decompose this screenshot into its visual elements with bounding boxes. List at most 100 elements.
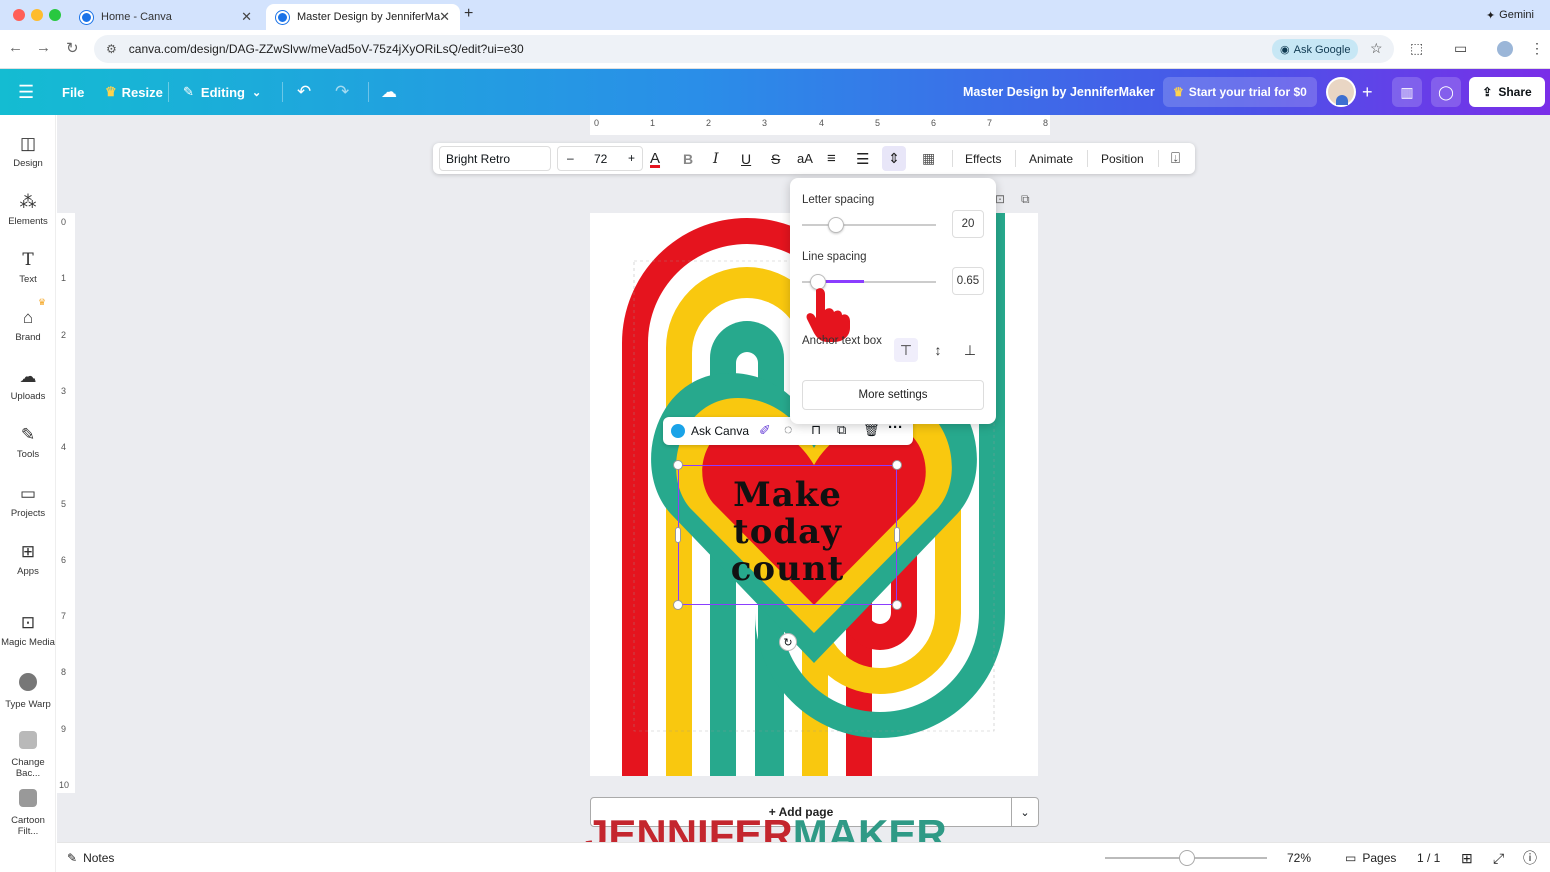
letter-spacing-slider[interactable] xyxy=(802,224,936,226)
rotate-icon[interactable]: ↻ xyxy=(779,633,797,651)
sidebar-item-text[interactable]: T Text xyxy=(0,249,56,285)
close-window-button[interactable] xyxy=(13,9,25,21)
sidebar-item-apps[interactable]: ⊞ Apps xyxy=(0,541,56,577)
profile-avatar[interactable] xyxy=(1497,41,1513,57)
more-settings-button[interactable]: More settings xyxy=(802,380,984,410)
ruler-tick-label: 6 xyxy=(61,555,67,565)
transparency-icon[interactable]: ▦ xyxy=(922,143,935,174)
zoom-value[interactable]: 72% xyxy=(1287,843,1311,872)
forward-arrow-icon[interactable]: → xyxy=(36,39,51,56)
bold-icon[interactable]: B xyxy=(683,143,693,174)
resize-handle[interactable] xyxy=(673,460,683,470)
editor-header: ☰ File ♛ Resize ✎ Editing ⌄ ↶ ↷ ☁ Master… xyxy=(0,69,1550,115)
avatar[interactable] xyxy=(1326,77,1356,107)
sidebar-item-change-background[interactable]: Change Bac... xyxy=(0,731,56,779)
pages-button[interactable]: ▭ Pages xyxy=(1345,843,1396,872)
letter-spacing-knob[interactable] xyxy=(828,217,844,233)
selection-box[interactable] xyxy=(673,460,902,610)
plus-icon[interactable]: + xyxy=(464,5,473,23)
spacing-icon[interactable]: ⇕ xyxy=(882,146,906,171)
url-input[interactable]: ⚙ canva.com/design/DAG-ZZwSlvw/meVad5oV-… xyxy=(94,35,1394,63)
help-icon[interactable]: ⓘ xyxy=(1523,843,1537,872)
editing-mode-dropdown[interactable]: ✎ Editing ⌄ xyxy=(183,69,261,115)
sidebar-item-magic-media[interactable]: ⊡ Magic Media xyxy=(0,612,56,648)
undo-icon[interactable]: ↶ xyxy=(297,69,311,115)
sidebar-item-tools[interactable]: ✎ Tools xyxy=(0,424,56,460)
close-tab-icon[interactable]: ✕ xyxy=(241,9,252,25)
magic-edit-icon[interactable]: ✐ xyxy=(759,422,771,439)
sidebar-item-cartoon-filter[interactable]: Cartoon Filt... xyxy=(0,789,56,837)
ruler-tick-label: 3 xyxy=(762,118,768,128)
gemini-button[interactable]: ✦ Gemini xyxy=(1478,5,1542,25)
sidebar-item-elements[interactable]: ⁂ Elements xyxy=(0,191,56,227)
grid-view-icon[interactable]: ⊞ xyxy=(1461,843,1473,872)
strikethrough-icon[interactable]: S xyxy=(771,143,780,174)
resize-button[interactable]: ♛ Resize xyxy=(105,69,163,115)
comment-icon[interactable]: ◌ xyxy=(784,421,792,437)
browser-tab-home[interactable]: Home - Canva ✕ xyxy=(70,4,262,30)
sidebar-item-brand[interactable]: ⌂ Brand ♛ xyxy=(0,297,56,343)
plus-icon[interactable]: + xyxy=(1362,69,1373,115)
design-title[interactable]: Master Design by JenniferMaker xyxy=(963,69,1155,115)
star-icon[interactable]: ☆ xyxy=(1370,40,1383,57)
italic-icon[interactable]: I xyxy=(713,143,719,174)
kebab-menu-icon[interactable]: ⋮ xyxy=(1530,40,1544,57)
letter-case-button[interactable]: aA xyxy=(797,143,813,174)
trash-icon[interactable]: 🗑 xyxy=(863,422,880,438)
side-handle[interactable] xyxy=(894,527,900,543)
cloud-saved-icon[interactable]: ☁ xyxy=(381,69,397,115)
cast-icon[interactable]: ▭ xyxy=(1454,40,1467,57)
resize-handle[interactable] xyxy=(892,460,902,470)
insights-chart-icon[interactable]: ▥ xyxy=(1392,77,1422,107)
ask-canva-button[interactable]: Ask Canva xyxy=(691,424,749,438)
zoom-slider-knob[interactable] xyxy=(1179,850,1195,866)
browser-tab-design[interactable]: Master Design by JenniferMa ✕ xyxy=(266,4,460,30)
minimize-window-button[interactable] xyxy=(31,9,43,21)
resize-handle[interactable] xyxy=(673,600,683,610)
sidebar-item-uploads[interactable]: ☁ Uploads xyxy=(0,366,56,402)
ruler-tick-label: 10 xyxy=(59,780,70,790)
text-color-icon[interactable]: A xyxy=(650,143,660,174)
font-size-input[interactable]: 72 xyxy=(594,152,607,166)
anchor-top-icon[interactable]: ⊤ xyxy=(894,338,918,362)
share-button[interactable]: ⇪ Share xyxy=(1469,77,1545,107)
underline-icon[interactable]: U xyxy=(741,143,751,174)
anchor-middle-icon[interactable]: ↕ xyxy=(926,338,950,362)
reload-icon[interactable]: ↻ xyxy=(66,39,79,57)
paint-roller-icon[interactable]: ⍗ xyxy=(1171,143,1180,174)
comment-icon[interactable]: ◯ xyxy=(1431,77,1461,107)
chevron-down-icon[interactable]: ⌄ xyxy=(1011,797,1039,827)
hamburger-menu-icon[interactable]: ☰ xyxy=(18,69,34,115)
align-center-icon[interactable]: ≡ xyxy=(827,143,836,174)
decrease-font-size-button[interactable]: – xyxy=(567,151,574,165)
font-family-dropdown[interactable]: Bright Retro xyxy=(439,146,551,171)
duplicate-icon[interactable]: ⧉ xyxy=(837,422,846,438)
site-settings-icon[interactable]: ⚙ xyxy=(106,42,117,56)
fullscreen-icon[interactable]: ⤢ xyxy=(1493,843,1504,872)
back-arrow-icon[interactable]: ← xyxy=(8,39,23,56)
sidebar-item-projects[interactable]: ▭ Projects xyxy=(0,483,56,519)
ask-google-button[interactable]: ◉ Ask Google xyxy=(1272,39,1359,60)
resize-handle[interactable] xyxy=(892,600,902,610)
line-spacing-input[interactable]: 0.65 xyxy=(952,267,984,295)
start-trial-button[interactable]: ♛ Start your trial for $0 xyxy=(1163,77,1317,107)
position-button[interactable]: Position xyxy=(1101,143,1144,174)
effects-button[interactable]: Effects xyxy=(965,143,1001,174)
sidebar-item-type-warp[interactable]: Type Warp xyxy=(0,673,56,710)
side-handle[interactable] xyxy=(675,527,681,543)
redo-icon[interactable]: ↷ xyxy=(335,69,349,115)
lock-page-icon[interactable]: ⊡ xyxy=(995,192,1005,206)
file-menu-button[interactable]: File xyxy=(62,69,84,115)
animate-button[interactable]: Animate xyxy=(1029,143,1073,174)
increase-font-size-button[interactable]: + xyxy=(628,151,635,165)
letter-spacing-input[interactable]: 20 xyxy=(952,210,984,238)
sidebar-item-design[interactable]: ◫ Design xyxy=(0,133,56,169)
add-page-icon[interactable]: ⧉ xyxy=(1021,192,1030,207)
extensions-icon[interactable]: ⬚ xyxy=(1410,40,1423,57)
lock-icon[interactable]: ⊓ xyxy=(811,422,821,438)
notes-button[interactable]: ✎ Notes xyxy=(67,843,114,872)
anchor-bottom-icon[interactable]: ⊥ xyxy=(958,338,982,362)
maximize-window-button[interactable] xyxy=(49,9,61,21)
close-tab-icon[interactable]: ✕ xyxy=(439,9,450,25)
bullet-list-icon[interactable]: ☰ xyxy=(856,143,869,174)
